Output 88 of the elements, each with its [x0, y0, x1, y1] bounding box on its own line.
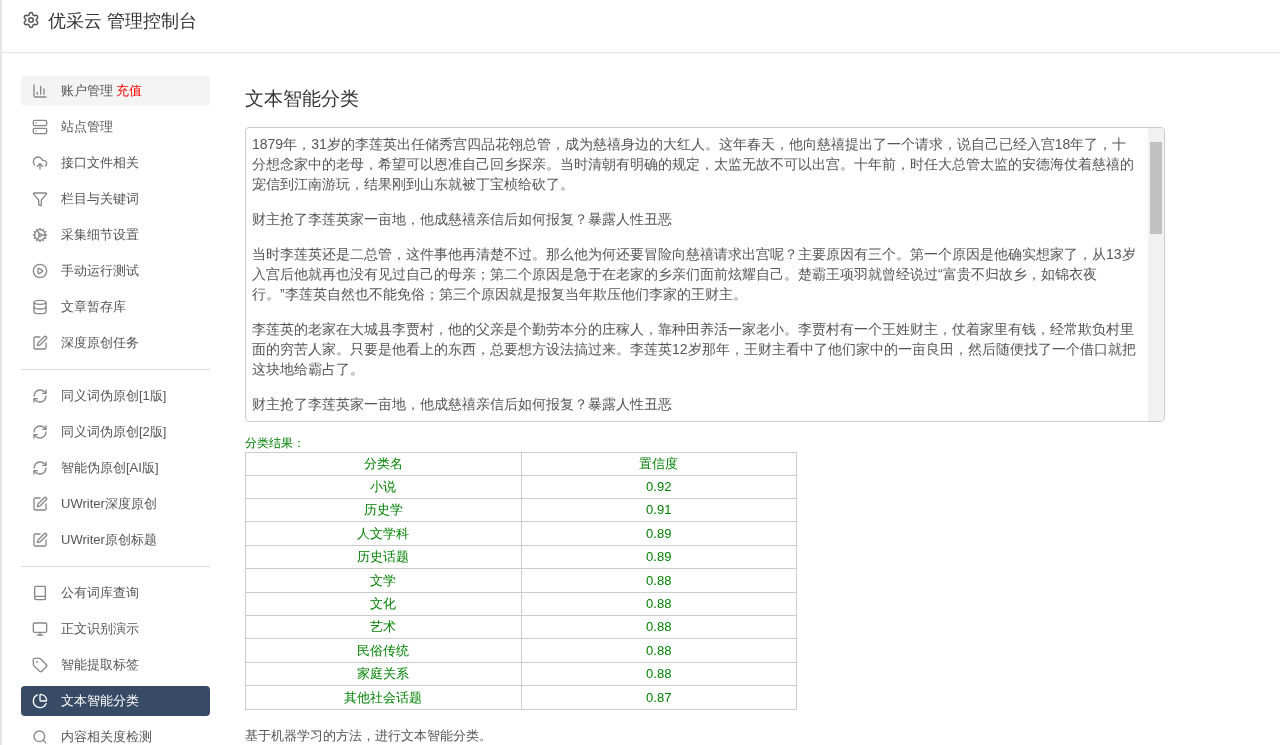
text-paragraph: 当时李莲英还是二总管，这件事他再清楚不过。那么他为何还要冒险向慈禧请求出宫呢？主要原因有三个。第一个原因是他确实想家了，从13岁入宫后他就再也没有见过自己的母亲；第二个原因是急于在老家的乡亲们面前炫耀自己。楚霸王项羽就曾经说过“富贵不归故乡，如锦衣夜行。”李莲英自然也不能免俗；第三个原因就是报复当年欺压他们李家的王财主。	[252, 244, 1137, 304]
sidebar-label: UWriter原创标题	[61, 531, 157, 550]
sidebar-label: 智能伪原创[AI版]	[61, 459, 159, 478]
table-cell: 民俗传统	[245, 638, 521, 663]
sidebar-label: 采集细节设置	[61, 226, 139, 245]
table-cell: 0.87	[521, 685, 797, 709]
edit-icon	[32, 335, 48, 351]
table-cell: 艺术	[245, 615, 521, 639]
server-icon	[32, 119, 48, 135]
scrollbar[interactable]	[1148, 127, 1164, 421]
table-cell: 0.92	[521, 475, 797, 499]
table-cell: 文化	[245, 592, 521, 616]
database-icon	[32, 299, 48, 315]
text-paragraph: 李莲英的老家在大城县李贾村，他的父亲是个勤劳本分的庄稼人，靠种田养活一家老小。李贾村有一个王姓财主，仗着家里有钱，经常欺负村里面的穷苦人家。只要是他看上的东西，总要想方设法搞过来。李莲英12岁那年，王财主看中了他们家中的一亩良田，然后随便找了一个借口就把这块地给霸占了。	[252, 319, 1137, 379]
table-cell: 0.88	[521, 592, 797, 616]
app-title: 优采云 管理控制台	[48, 10, 197, 33]
sidebar-item[interactable]: 采集细节设置	[21, 220, 210, 250]
text-paragraph: 财主抢了李莲英家一亩地，他成慈禧亲信后如何报复？暴露人性丑恶	[252, 209, 673, 229]
refresh-icon	[32, 388, 48, 404]
column-header: 置信度	[521, 452, 797, 476]
sidebar-item[interactable]: 深度原创任务	[21, 328, 210, 358]
sidebar-item[interactable]: 正文识别演示	[21, 614, 210, 644]
sidebar-label: 同义词伪原创[1版]	[61, 387, 167, 406]
edit-icon	[32, 496, 48, 512]
sidebar-label: 文本智能分类	[61, 692, 139, 711]
sidebar-item[interactable]: UWriter深度原创	[21, 489, 210, 519]
description-text: 基于机器学习的方法，进行文本智能分类。	[245, 726, 493, 745]
table-cell: 0.89	[521, 545, 797, 569]
sidebar-item[interactable]: 同义词伪原创[1版]	[21, 381, 210, 411]
sidebar-label: 文章暂存库	[61, 298, 126, 317]
sidebar-item[interactable]: 站点管理	[21, 112, 210, 142]
sidebar-label: 深度原创任务	[61, 334, 139, 353]
play-icon	[32, 263, 48, 279]
search-icon	[32, 729, 48, 745]
text-paragraph: 财主抢了李莲英家一亩地，他成慈禧亲信后如何报复？暴露人性丑恶	[252, 394, 673, 414]
sidebar-item[interactable]: 接口文件相关	[21, 148, 210, 178]
table-cell: 文学	[245, 568, 521, 593]
sidebar-item[interactable]: 智能伪原创[AI版]	[21, 453, 210, 483]
result-label: 分类结果：	[245, 434, 306, 452]
monitor-icon	[32, 621, 48, 637]
sidebar-item[interactable]: 文章暂存库	[21, 292, 210, 322]
cloud-upload-icon	[32, 155, 48, 171]
sidebar-item[interactable]: 文本智能分类	[21, 686, 210, 716]
text-input-field[interactable]	[245, 126, 1165, 422]
table-cell: 0.91	[521, 498, 797, 522]
sidebar-label: 智能提取标签	[61, 656, 139, 675]
sidebar-item[interactable]: 账户管理 充值	[21, 76, 210, 106]
sidebar-item[interactable]: UWriter原创标题	[21, 525, 210, 555]
table-cell: 小说	[245, 475, 521, 499]
sidebar-label: 站点管理	[61, 118, 113, 137]
sidebar-label: 手动运行测试	[61, 262, 139, 281]
sidebar-label: UWriter深度原创	[61, 495, 157, 514]
text-paragraph: 1879年，31岁的李莲英出任储秀宫四品花翎总管，成为慈禧身边的大红人。这年春天，他向慈禧提出了一个请求，说自己已经入宫18年了，十分想念家中的老母，希望可以恩准自己回乡探亲。当时清朝有明确的规定，太监无故不可以出宫。十年前，时任大总管太监的安德海仗着慈禧的宠信到江南游玩，结果刚到山东就被丁宝桢给砍了。	[252, 134, 1135, 194]
sidebar-item[interactable]: 栏目与关键词	[21, 184, 210, 214]
table-cell: 0.88	[521, 568, 797, 593]
sidebar-label: 接口文件相关	[61, 154, 139, 173]
sidebar-label: 内容相关度检测	[61, 728, 152, 745]
filter-icon	[32, 191, 48, 207]
sidebar-label: 同义词伪原创[2版]	[61, 423, 167, 442]
sidebar-label: 公有词库查询	[61, 584, 139, 603]
table-cell: 0.88	[521, 638, 797, 663]
table-cell: 0.88	[521, 615, 797, 639]
book-icon	[32, 585, 48, 601]
pie-chart-icon	[32, 693, 48, 709]
sidebar-item[interactable]: 手动运行测试	[21, 256, 210, 286]
settings-icon	[22, 11, 40, 29]
tag-icon	[32, 657, 48, 673]
edit-icon	[32, 532, 48, 548]
refresh-icon	[32, 424, 48, 440]
recharge-link[interactable]: 充值	[116, 81, 142, 101]
table-cell: 人文学科	[245, 521, 521, 546]
table-cell: 0.88	[521, 662, 797, 686]
table-cell: 历史学	[245, 498, 521, 522]
page-title: 文本智能分类	[245, 87, 360, 111]
sidebar-label: 正文识别演示	[61, 620, 139, 639]
sidebar-item[interactable]: 内容相关度检测	[21, 722, 210, 745]
column-header: 分类名	[245, 452, 521, 476]
bar-chart-icon	[32, 83, 48, 99]
table-cell: 历史话题	[245, 545, 521, 569]
table-cell: 家庭关系	[245, 662, 521, 686]
sidebar-label: 栏目与关键词	[61, 190, 139, 209]
table-cell: 其他社会话题	[245, 685, 521, 709]
table-cell: 0.89	[521, 521, 797, 546]
sidebar-label: 账户管理	[61, 82, 113, 101]
refresh-icon	[32, 460, 48, 476]
sidebar-item[interactable]: 公有词库查询	[21, 578, 210, 608]
sidebar-item[interactable]: 同义词伪原创[2版]	[21, 417, 210, 447]
sidebar-item[interactable]: 智能提取标签	[21, 650, 210, 680]
